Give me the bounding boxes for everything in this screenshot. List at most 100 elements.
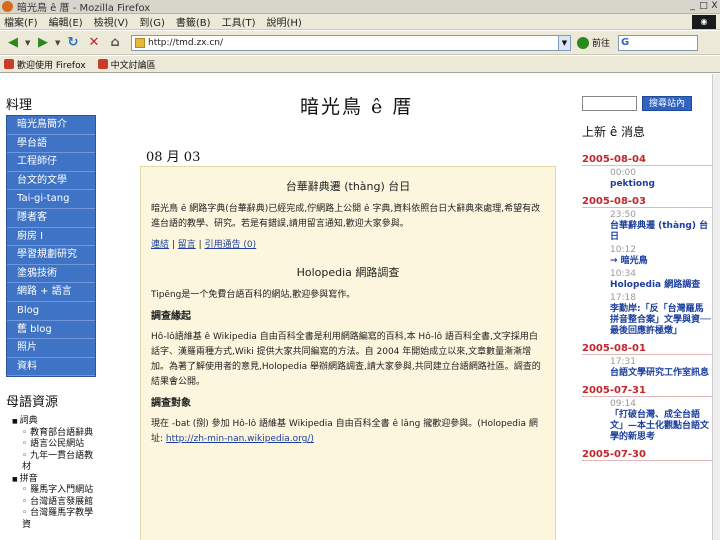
menu-edit[interactable]: 編輯(E) (49, 14, 83, 29)
holopedia-link[interactable]: http://zh-min-nan.wikipedia.org/) (166, 434, 314, 444)
firefox-icon (2, 1, 13, 12)
sidebar-item[interactable]: 台文的文學 (7, 172, 95, 191)
recent-link[interactable]: pektiong (610, 179, 712, 190)
bookmark-item[interactable]: 歡迎使用 Firefox (4, 58, 86, 71)
sidebar-item[interactable]: Blog (7, 302, 95, 321)
stop-button[interactable]: ✕ (85, 34, 103, 52)
recent-item[interactable]: 17:31 台語文學研究工作室訊息 (582, 357, 712, 379)
google-search-icon: G (621, 37, 630, 48)
window-titlebar: 暗光鳥 ê 厝 - Mozilla Firefox _ □ X (0, 0, 720, 14)
recent-item[interactable]: 10:34 Holopedia 網路調查 (582, 269, 712, 291)
post-intro: 暗光鳥 ê 網路字典(台華辭典)已經完成,佇網路上公開 ê 字典,資料依照台日大… (151, 204, 541, 229)
sidebar-item[interactable]: 學台語 (7, 135, 95, 154)
close-button[interactable]: X (709, 1, 720, 12)
forward-button[interactable]: ▶ (34, 34, 52, 52)
resources-title: 母語資源 (6, 395, 59, 411)
recent-time: 00:00 (610, 168, 636, 178)
recent-time: 10:12 (610, 245, 636, 255)
menu-view[interactable]: 檢視(V) (94, 14, 129, 29)
bookmark-icon (97, 59, 108, 69)
sidebar-item[interactable]: 學習規劃研究 (7, 246, 95, 265)
sidebar-item[interactable]: 網路 + 語言 (7, 283, 95, 302)
post-comments-link[interactable]: 留言 (178, 240, 196, 250)
sidebar-item[interactable]: Tai-gi-tang (7, 190, 95, 209)
resource-link[interactable]: 教育部台語辭典 (6, 428, 96, 440)
recent-time: 23:50 (610, 210, 636, 220)
recent-date: 2005-08-03 (582, 196, 712, 208)
recent-link[interactable]: Holopedia 網路調查 (610, 280, 712, 291)
go-arrow-icon (577, 36, 589, 49)
resource-link[interactable]: 台灣羅馬字教學資 (6, 508, 96, 531)
section-text: Tipēng是一个免費台語百科的網站,歡迎參與寫作。 (151, 290, 356, 300)
bookmark-item[interactable]: 中文討論區 (97, 58, 156, 71)
blog-post: 台華辭典遷 (thàng) 台日 暗光鳥 ê 網路字典(台華辭典)已經完成,佇網… (140, 166, 556, 540)
recent-link[interactable]: 「打破台灣、成全台語文」—本土化觀點台語文學的新思考 (610, 410, 712, 443)
recent-link[interactable]: → 暗光鳥 (610, 256, 712, 267)
post-trackback-link[interactable]: 引用通告 (0) (205, 240, 257, 250)
sidebar-item[interactable]: 舊 blog (7, 321, 95, 340)
menu-bookmarks[interactable]: 書籤(B) (176, 14, 211, 29)
sidebar-menu-title: 料理 (6, 98, 33, 113)
section-text: 現在 -bat (捌) 參加 Hô-lô 語維基 Wikipedia 自由百科全… (151, 417, 545, 447)
home-icon: ⌂ (110, 35, 120, 50)
throbber-icon: ◉ (692, 14, 716, 29)
recent-link[interactable]: 台華辭典遷 (thàng) 台日 (610, 221, 712, 243)
forward-arrow-icon: ▶ (38, 35, 48, 50)
home-button[interactable]: ⌂ (106, 34, 124, 52)
resource-link[interactable]: 九年一貫台語教材 (6, 451, 96, 474)
resource-link[interactable]: 羅馬字入門網站 (6, 485, 96, 497)
recent-item[interactable]: 10:12 → 暗光鳥 (582, 245, 712, 267)
sidebar-item[interactable]: 廚房 I (7, 228, 95, 247)
url-bar[interactable]: http://tmd.zx.cn/ ▼ (131, 34, 571, 51)
maximize-button[interactable]: □ (698, 1, 709, 12)
forward-history-dropdown[interactable]: ▼ (55, 39, 61, 47)
recent-link[interactable]: 台語文學研究工作室訊息 (610, 368, 712, 379)
search-input[interactable]: G (618, 34, 699, 51)
recent-time: 10:34 (610, 269, 636, 279)
bookmark-label: 歡迎使用 Firefox (17, 60, 86, 71)
date-heading: 08 月 03 (146, 150, 201, 165)
menu-file[interactable]: 檔案(F) (4, 14, 38, 29)
recent-link[interactable]: 李勤岸:「反「台灣羅馬拼音整合案」文學與資──最後回應許極燉」 (610, 304, 712, 337)
sidebar-item[interactable]: 隱者客 (7, 209, 95, 228)
resource-link[interactable]: 語言公民網站 (6, 439, 96, 451)
window-title: 暗光鳥 ê 厝 - Mozilla Firefox (17, 3, 151, 14)
resource-heading: 詞典 (6, 416, 96, 428)
recent-item[interactable]: 23:50 台華辭典遷 (thàng) 台日 (582, 210, 712, 243)
sidebar-item[interactable]: 暗光鳥簡介 (7, 116, 95, 135)
sidebar-item[interactable]: 塗鴉技術 (7, 265, 95, 284)
site-title: 暗光鳥 ê 厝 (300, 96, 414, 118)
recent-time: 17:18 (610, 293, 636, 303)
bookmark-label: 中文討論區 (110, 60, 156, 71)
back-history-dropdown[interactable]: ▼ (25, 39, 31, 47)
sidebar-menu: 暗光鳥簡介 學台語 工程師仔 台文的文學 Tai-gi-tang 隱者客 廚房 … (6, 115, 96, 378)
menu-help[interactable]: 說明(H) (267, 14, 302, 29)
back-button[interactable]: ◀ (4, 34, 22, 52)
menu-tools[interactable]: 工具(T) (222, 14, 256, 29)
resources-list: 詞典 教育部台語辭典 語言公民網站 九年一貫台語教材 拼音 羅馬字入門網站 台灣… (6, 416, 96, 531)
window-controls: _ □ X (687, 1, 720, 12)
post-meta: 連結 | 留言 | 引用通告 (0) (151, 240, 257, 250)
menu-go[interactable]: 到(G) (139, 14, 165, 29)
recent-item[interactable]: 00:00 pektiong (582, 168, 712, 190)
post-permalink[interactable]: 連結 (151, 240, 169, 250)
sidebar-item[interactable]: 工程師仔 (7, 153, 95, 172)
url-history-dropdown[interactable]: ▼ (558, 35, 570, 50)
site-search-input[interactable] (582, 96, 637, 111)
resource-link[interactable]: 台灣語言發展館 (6, 497, 96, 509)
recent-item[interactable]: 09:14 「打破台灣、成全台語文」—本土化觀點台語文學的新思考 (582, 399, 712, 443)
minimize-button[interactable]: _ (687, 1, 698, 12)
post-title[interactable]: 台華辭典遷 (thàng) 台日 (151, 179, 545, 194)
reload-button[interactable]: ↻ (64, 34, 82, 52)
page-scrollbar[interactable] (712, 74, 720, 540)
sidebar-item[interactable]: 資料 (7, 358, 95, 377)
sidebar-item[interactable]: 照片 (7, 339, 95, 358)
resource-heading: 拼音 (6, 474, 96, 486)
site-search: 搜尋站內 (582, 96, 712, 111)
section-heading: 調查對象 (151, 398, 191, 409)
go-button[interactable]: 前往 (577, 36, 610, 49)
recent-item[interactable]: 17:18 李勤岸:「反「台灣羅馬拼音整合案」文學與資──最後回應許極燉」 (582, 293, 712, 337)
recent-date: 2005-07-31 (582, 385, 712, 397)
site-search-button[interactable]: 搜尋站內 (642, 96, 693, 111)
recent-date: 2005-07-30 (582, 449, 712, 461)
